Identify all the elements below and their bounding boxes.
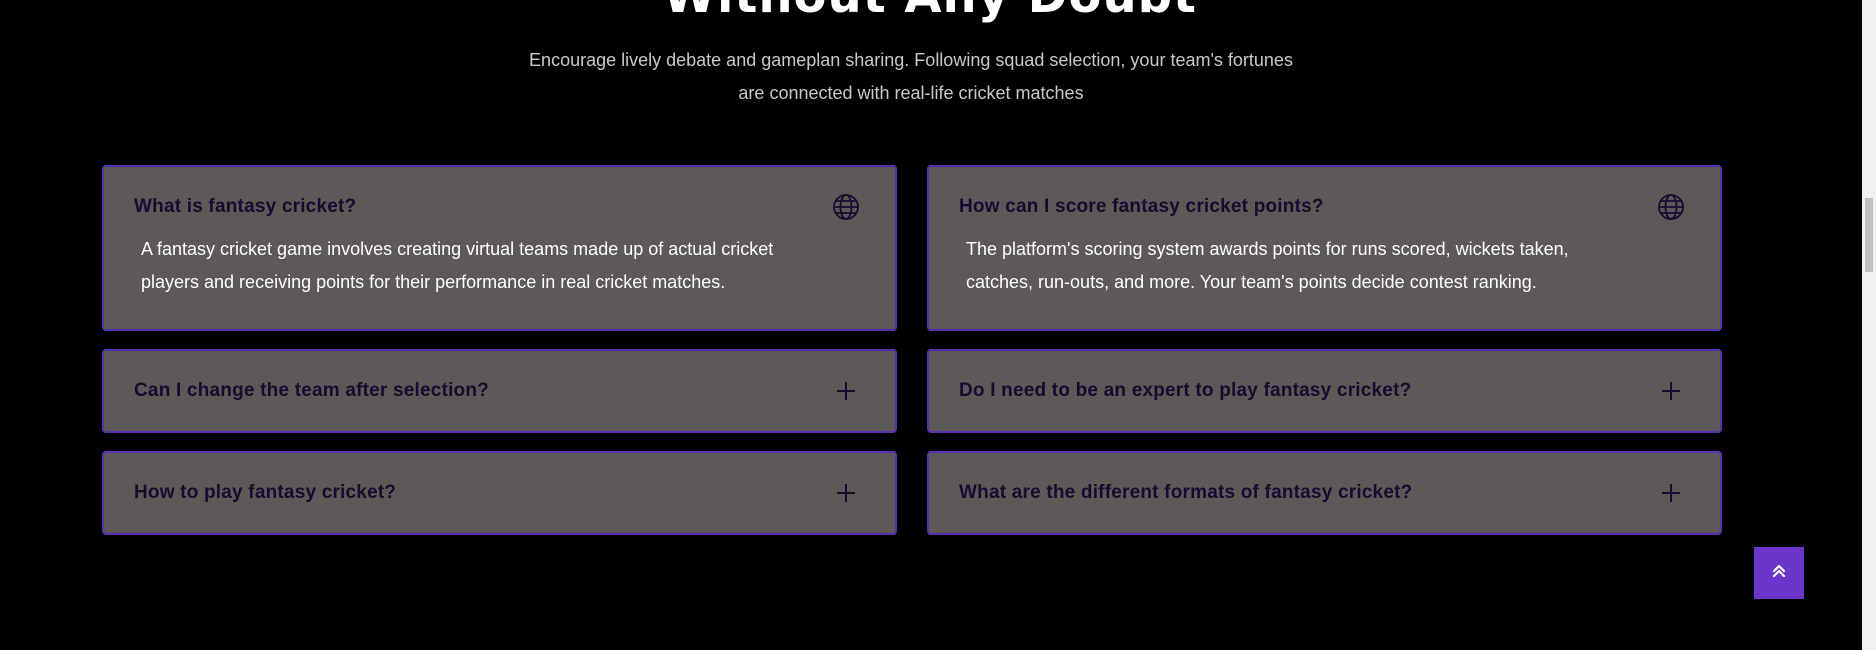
- faq-item: What is fantasy cricket? A fantasy crick…: [102, 165, 897, 331]
- globe-icon[interactable]: [831, 192, 861, 222]
- faq-item: Do I need to be an expert to play fantas…: [927, 349, 1722, 433]
- faq-question-header[interactable]: Do I need to be an expert to play fantas…: [959, 351, 1690, 431]
- plus-icon[interactable]: [831, 478, 861, 508]
- faq-question: Can I change the team after selection?: [134, 380, 489, 401]
- faq-question-header[interactable]: Can I change the team after selection?: [134, 351, 865, 431]
- plus-icon[interactable]: [831, 376, 861, 406]
- back-to-top-button[interactable]: [1754, 547, 1804, 599]
- faq-answer: The platform's scoring system awards poi…: [966, 239, 1569, 292]
- faq-item: Can I change the team after selection?: [102, 349, 897, 433]
- faq-question: What are the different formats of fantas…: [959, 482, 1413, 503]
- double-chevron-up-icon: [1771, 563, 1787, 584]
- section-heading: Without Any Doubt: [0, 0, 1860, 24]
- plus-icon[interactable]: [1656, 478, 1686, 508]
- faq-item: How to play fantasy cricket?: [102, 451, 897, 535]
- page-scrollbar[interactable]: [1862, 0, 1876, 650]
- section-subtitle: Encourage lively debate and gameplan sha…: [529, 50, 1293, 103]
- faq-question-header[interactable]: How to play fantasy cricket?: [134, 453, 865, 533]
- faq-question: How to play fantasy cricket?: [134, 482, 397, 503]
- globe-icon[interactable]: [1656, 192, 1686, 222]
- faq-question: How can I score fantasy cricket points?: [959, 196, 1324, 217]
- faq-question: What is fantasy cricket?: [134, 196, 357, 217]
- faq-answer: A fantasy cricket game involves creating…: [141, 239, 774, 292]
- faq-grid: What is fantasy cricket? A fantasy crick…: [102, 165, 1722, 535]
- faq-item: How can I score fantasy cricket points? …: [927, 165, 1722, 331]
- faq-item: What are the different formats of fantas…: [927, 451, 1722, 535]
- scrollbar-thumb[interactable]: [1865, 198, 1873, 272]
- faq-question: Do I need to be an expert to play fantas…: [959, 380, 1412, 401]
- plus-icon[interactable]: [1656, 376, 1686, 406]
- faq-question-header[interactable]: What are the different formats of fantas…: [959, 453, 1690, 533]
